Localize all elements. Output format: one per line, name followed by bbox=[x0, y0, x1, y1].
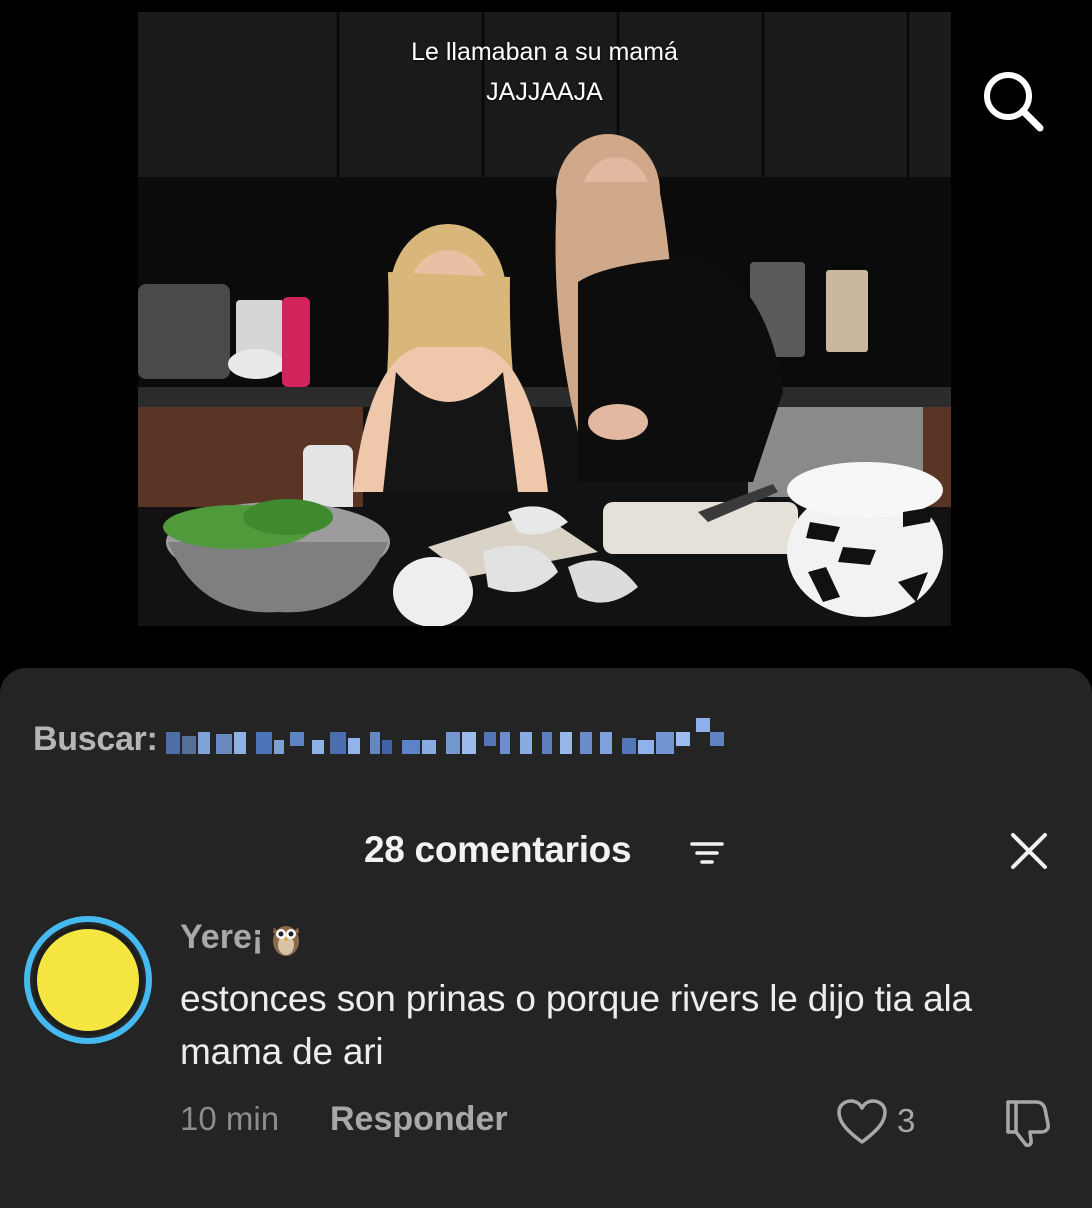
username-text: Yere¡ bbox=[180, 918, 264, 956]
filter-icon[interactable] bbox=[690, 840, 724, 866]
video-caption: Le llamaban a su mamá JAJJAAJA bbox=[138, 32, 951, 112]
comments-count: 28 comentarios bbox=[364, 829, 632, 870]
search-suggestion[interactable]: Buscar: bbox=[33, 718, 746, 760]
close-icon[interactable] bbox=[1009, 831, 1049, 871]
search-button[interactable] bbox=[978, 66, 1048, 136]
comment-username[interactable]: Yere¡ bbox=[180, 918, 301, 957]
comment-time: 10 min bbox=[180, 1100, 280, 1137]
comments-header: 28 comentarios bbox=[0, 823, 1092, 879]
comments-sheet: Buscar: 28 comentarios Yere¡ estonces so… bbox=[0, 668, 1092, 1208]
caption-line-2: JAJJAAJA bbox=[486, 78, 603, 106]
reply-button[interactable]: Responder bbox=[330, 1100, 508, 1139]
owl-icon bbox=[273, 925, 300, 956]
comment-text: estonces son prinas o porque rivers le d… bbox=[180, 978, 972, 1072]
heart-icon[interactable] bbox=[836, 1098, 888, 1146]
search-icon bbox=[984, 72, 1044, 132]
dislike-icon[interactable] bbox=[1000, 1098, 1052, 1148]
avatar[interactable] bbox=[22, 914, 154, 1046]
like-count: 3 bbox=[897, 1102, 916, 1139]
pixelated-search-term bbox=[165, 718, 724, 754]
caption-line-1: Le llamaban a su mamá bbox=[411, 38, 678, 66]
video-frame[interactable]: Le llamaban a su mamá JAJJAAJA bbox=[138, 12, 951, 626]
search-suggestion-label: Buscar: bbox=[33, 719, 158, 758]
